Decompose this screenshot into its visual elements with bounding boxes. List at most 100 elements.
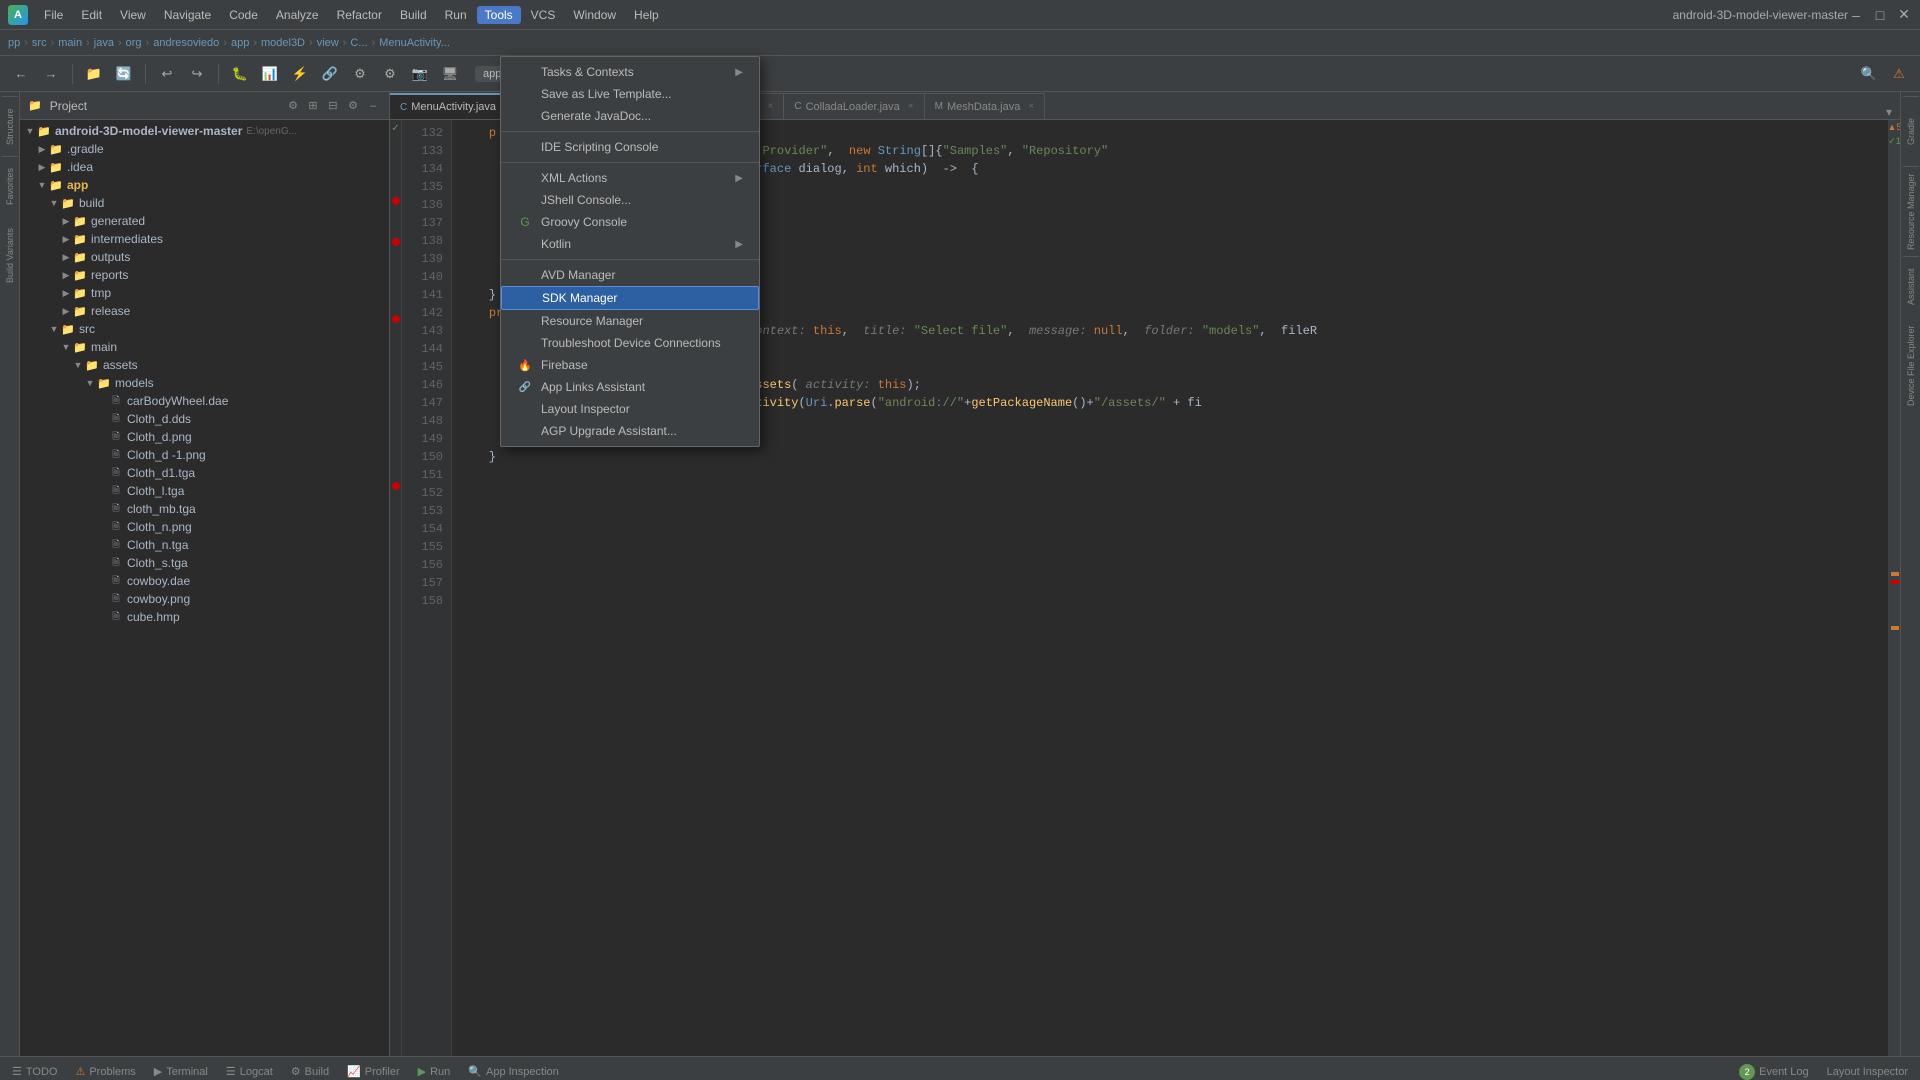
- tree-cloth-npng[interactable]: ▶ 🗎 Cloth_n.png: [20, 518, 389, 536]
- maximize-button[interactable]: □: [1872, 7, 1888, 23]
- event-log-tab[interactable]: 2 Event Log: [1731, 1060, 1817, 1080]
- app-inspection-tab[interactable]: 🔍 App Inspection: [460, 1060, 566, 1080]
- menu-refactor[interactable]: Refactor: [329, 6, 390, 24]
- menu-help[interactable]: Help: [626, 6, 667, 24]
- tab-meshdata-close[interactable]: ×: [1028, 101, 1034, 112]
- tree-reports[interactable]: ▶ 📁 reports: [20, 266, 389, 284]
- tree-cloth-dds[interactable]: ▶ 🗎 Cloth_d.dds: [20, 410, 389, 428]
- structure-tab[interactable]: Structure: [2, 96, 18, 156]
- panel-gear-icon[interactable]: ⚙: [345, 98, 361, 114]
- back-button[interactable]: ←: [8, 61, 34, 87]
- panel-expand-icon[interactable]: ⊞: [305, 98, 321, 114]
- assistant-tab[interactable]: Assistant: [1903, 256, 1919, 316]
- menu-vcs[interactable]: VCS: [523, 6, 564, 24]
- tree-cloth-d1tga[interactable]: ▶ 🗎 Cloth_d1.tga: [20, 464, 389, 482]
- tree-cloth-ntga[interactable]: ▶ 🗎 Cloth_n.tga: [20, 536, 389, 554]
- toolbar-btn10[interactable]: 🖥: [437, 61, 463, 87]
- debug-button[interactable]: 🐛: [227, 61, 253, 87]
- project-structure-button[interactable]: 📁: [81, 61, 107, 87]
- bc-menuactivity[interactable]: MenuActivity...: [379, 37, 450, 49]
- tabs-more[interactable]: ▾: [1878, 105, 1900, 119]
- close-button[interactable]: ✕: [1896, 7, 1912, 23]
- notifications-button[interactable]: ⚠: [1886, 61, 1912, 87]
- terminal-tab[interactable]: ▶ Terminal: [146, 1060, 216, 1080]
- menu-troubleshoot-connections[interactable]: Troubleshoot Device Connections: [501, 332, 759, 354]
- forward-button[interactable]: →: [38, 61, 64, 87]
- tree-assets[interactable]: ▼ 📁 assets: [20, 356, 389, 374]
- menu-generate-javadoc[interactable]: Generate JavaDoc...: [501, 105, 759, 127]
- device-file-explorer-tab[interactable]: Device File Explorer: [1903, 316, 1919, 416]
- layout-inspector-tab[interactable]: Layout Inspector: [1819, 1060, 1916, 1080]
- tree-app[interactable]: ▼ 📁 app: [20, 176, 389, 194]
- menu-navigate[interactable]: Navigate: [156, 6, 219, 24]
- menu-file[interactable]: File: [36, 6, 71, 24]
- favorites-tab[interactable]: Favorites: [2, 156, 18, 216]
- menu-groovy-console[interactable]: G Groovy Console: [501, 211, 759, 233]
- bc-andresoviedo[interactable]: andresoviedo: [153, 37, 219, 49]
- menu-tools[interactable]: Tools: [477, 6, 521, 24]
- menu-kotlin[interactable]: Kotlin ▶: [501, 233, 759, 255]
- bc-c[interactable]: C...: [350, 37, 367, 49]
- menu-view[interactable]: View: [112, 6, 154, 24]
- bc-app[interactable]: app: [231, 37, 249, 49]
- menu-avd-manager[interactable]: AVD Manager: [501, 264, 759, 286]
- problems-tab[interactable]: ⚠ Problems: [67, 1060, 143, 1080]
- profiler-tab[interactable]: 📈 Profiler: [339, 1060, 408, 1080]
- bc-model3d[interactable]: model3D: [261, 37, 305, 49]
- bc-main[interactable]: main: [58, 37, 82, 49]
- menu-save-live-template[interactable]: Save as Live Template...: [501, 83, 759, 105]
- panel-close-icon[interactable]: –: [365, 98, 381, 114]
- tab-colladaloader-close[interactable]: ×: [908, 101, 914, 112]
- settings-button[interactable]: ⚙: [377, 61, 403, 87]
- menu-layout-inspector[interactable]: Layout Inspector: [501, 398, 759, 420]
- search-everywhere-button[interactable]: 🔍: [1856, 61, 1882, 87]
- more-tools-button[interactable]: ⚙: [347, 61, 373, 87]
- menu-tasks-contexts[interactable]: Tasks & Contexts ▶: [501, 61, 759, 83]
- bc-java[interactable]: java: [94, 37, 114, 49]
- menu-edit[interactable]: Edit: [73, 6, 110, 24]
- logcat-tab[interactable]: ☰ Logcat: [218, 1060, 281, 1080]
- toolbar-btn9[interactable]: 📷: [407, 61, 433, 87]
- tree-cowboy-png[interactable]: ▶ 🗎 cowboy.png: [20, 590, 389, 608]
- menu-build[interactable]: Build: [392, 6, 435, 24]
- bc-pp[interactable]: pp: [8, 37, 20, 49]
- menu-run[interactable]: Run: [437, 6, 475, 24]
- attach-button[interactable]: 🔗: [317, 61, 343, 87]
- tree-cloth-d1[interactable]: ▶ 🗎 Cloth_d -1.png: [20, 446, 389, 464]
- undo-button[interactable]: ↩: [154, 61, 180, 87]
- bc-view[interactable]: view: [317, 37, 339, 49]
- tree-cube-hmp[interactable]: ▶ 🗎 cube.hmp: [20, 608, 389, 626]
- todo-tab[interactable]: ☰ TODO: [4, 1060, 65, 1080]
- tab-object3ddata-close[interactable]: ×: [767, 101, 773, 112]
- build-tab[interactable]: ⚙ Build: [283, 1060, 337, 1080]
- menu-ide-scripting-console[interactable]: IDE Scripting Console: [501, 136, 759, 158]
- gradle-tab[interactable]: Gradle: [1903, 96, 1919, 166]
- menu-jshell-console[interactable]: JShell Console...: [501, 189, 759, 211]
- panel-collapse-icon[interactable]: ⊟: [325, 98, 341, 114]
- tree-intermediates[interactable]: ▶ 📁 intermediates: [20, 230, 389, 248]
- menu-xml-actions[interactable]: XML Actions ▶: [501, 167, 759, 189]
- bc-src[interactable]: src: [32, 37, 47, 49]
- tab-colladaloader[interactable]: C ColladaLoader.java ×: [784, 93, 924, 119]
- tree-gradle[interactable]: ▶ 📁 .gradle: [20, 140, 389, 158]
- profile-button[interactable]: ⚡: [287, 61, 313, 87]
- menu-resource-manager[interactable]: Resource Manager: [501, 310, 759, 332]
- build-variants-tab[interactable]: Build Variants: [2, 216, 18, 296]
- menu-window[interactable]: Window: [565, 6, 624, 24]
- run-tab[interactable]: ▶ Run: [410, 1060, 459, 1080]
- bc-org[interactable]: org: [126, 37, 142, 49]
- sync-button[interactable]: 🔄: [111, 61, 137, 87]
- tree-idea[interactable]: ▶ 📁 .idea: [20, 158, 389, 176]
- menu-code[interactable]: Code: [221, 6, 266, 24]
- tree-release[interactable]: ▶ 📁 release: [20, 302, 389, 320]
- tree-src[interactable]: ▼ 📁 src: [20, 320, 389, 338]
- menu-firebase[interactable]: 🔥 Firebase: [501, 354, 759, 376]
- tree-root[interactable]: ▼ 📁 android-3D-model-viewer-master E:\op…: [20, 122, 389, 140]
- menu-app-links-assistant[interactable]: 🔗 App Links Assistant: [501, 376, 759, 398]
- menu-analyze[interactable]: Analyze: [268, 6, 327, 24]
- tree-main[interactable]: ▼ 📁 main: [20, 338, 389, 356]
- resource-manager-tab[interactable]: Resource Manager: [1903, 166, 1919, 256]
- tree-carbodywheel[interactable]: ▶ 🗎 carBodyWheel.dae: [20, 392, 389, 410]
- tree-outputs[interactable]: ▶ 📁 outputs: [20, 248, 389, 266]
- redo-button[interactable]: ↪: [184, 61, 210, 87]
